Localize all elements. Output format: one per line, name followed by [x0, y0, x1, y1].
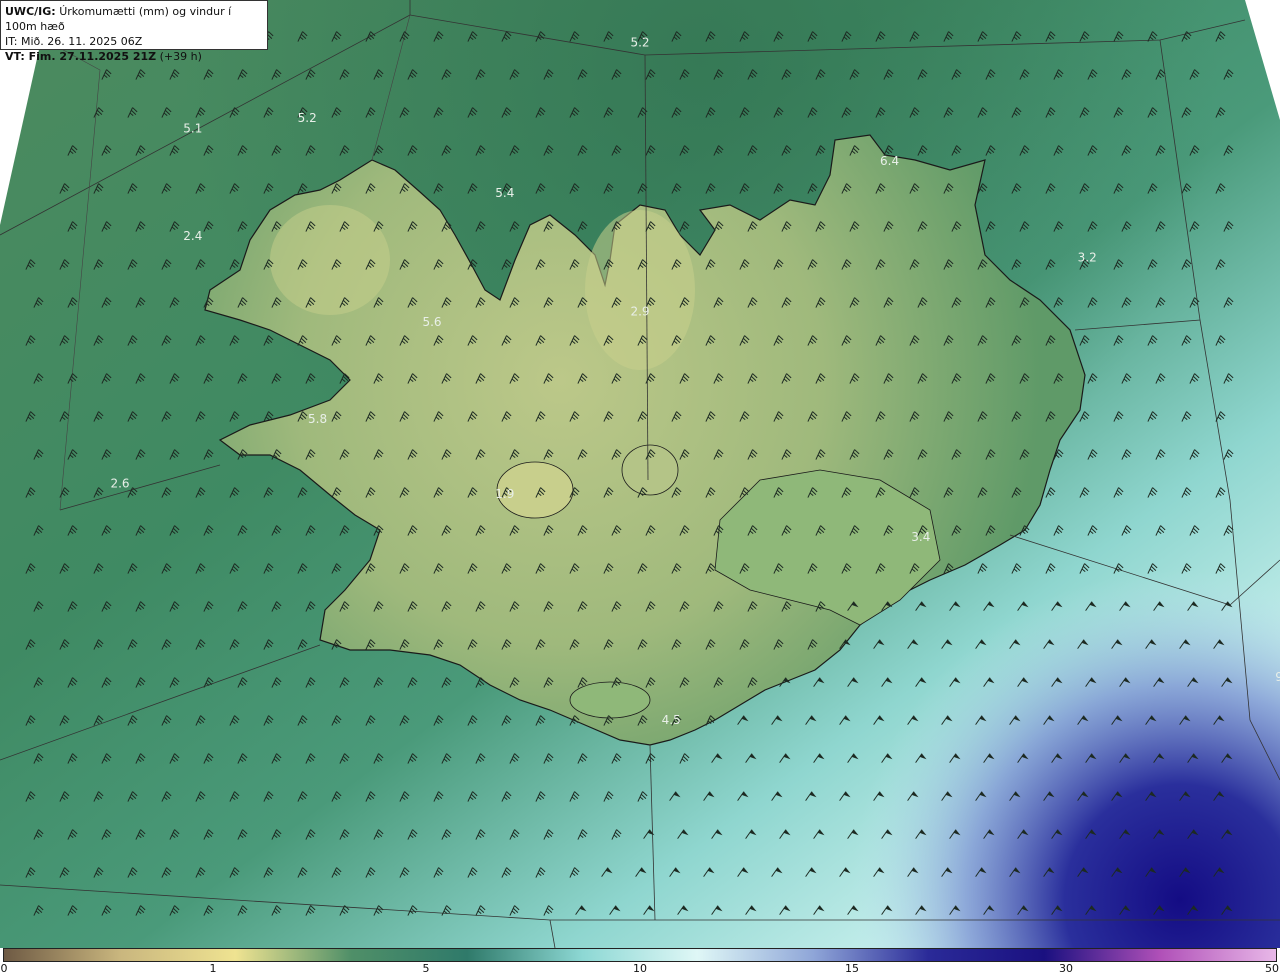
colorbar-tick-label: 30	[1059, 962, 1073, 975]
valid-lead-time: (+39 h)	[159, 50, 202, 63]
precip-value-label: 9.6	[1275, 670, 1280, 684]
precip-value-label: 5.2	[630, 36, 649, 50]
precip-value-label: 4.5	[662, 713, 681, 727]
colorbar-tick-label: 5	[422, 962, 430, 975]
valid-time: VT: Fim. 27.11.2025 21Z	[5, 50, 157, 63]
precip-value-label: 5.6	[422, 315, 441, 329]
colorbar-tick-label: 0	[0, 962, 8, 975]
precip-value-label: 3.2	[1078, 251, 1097, 265]
colorbar-tick-label: 10	[633, 962, 647, 975]
precipitation-wind-map: 5.2 5.1 5.2 2.4 5.4 6.4 3.2 5.6 2.9 5.8 2.6 1.9 3.4 9…	[0, 0, 1280, 948]
precip-value-label: 5.8	[308, 412, 327, 426]
colorbar-tick-label: 1	[209, 962, 217, 975]
issue-time: IT: Mið. 26. 11. 2025 06Z	[5, 35, 143, 48]
precip-value-label: 2.4	[183, 229, 202, 243]
precip-value-label: 6.4	[880, 154, 899, 168]
precip-value-label: 5.4	[495, 186, 514, 200]
precip-value-label: 2.6	[110, 476, 129, 490]
precip-value-label: 2.9	[630, 304, 649, 318]
precipitation-colorbar	[3, 948, 1277, 962]
product-label: UWC/IG:	[5, 5, 56, 18]
colorbar-tick-label: 15	[845, 962, 859, 975]
precip-value-label: 3.4	[911, 530, 930, 544]
precip-value-label: 5.2	[298, 111, 317, 125]
precip-value-label: 5.1	[183, 122, 202, 136]
colorbar-tick-label: 50	[1265, 962, 1279, 975]
precip-value-label: 1.9	[495, 487, 514, 501]
map-title-box: UWC/IG: Úrkomumætti (mm) og vindur í 100…	[0, 0, 268, 63]
